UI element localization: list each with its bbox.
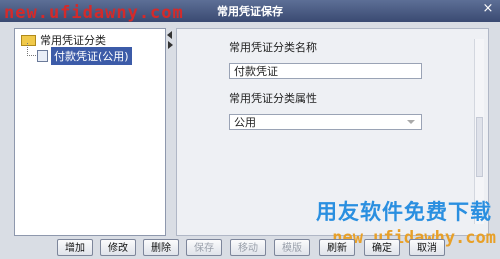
scrollbar-thumb[interactable] <box>476 117 483 177</box>
ok-button[interactable]: 确定 <box>364 239 400 256</box>
attr-label: 常用凭证分类属性 <box>229 92 317 105</box>
button-bar: 增加 修改 删除 保存 移动 模版 刷新 确定 取消 <box>0 237 500 259</box>
delete-button[interactable]: 删除 <box>143 239 179 256</box>
document-icon <box>37 50 48 62</box>
splitter[interactable] <box>166 28 174 234</box>
add-button[interactable]: 增加 <box>57 239 93 256</box>
tree-child-label: 付款凭证(公用) <box>51 47 132 65</box>
move-button[interactable]: 移动 <box>230 239 266 256</box>
expand-right-icon[interactable] <box>168 41 173 49</box>
watermark-brand: 用友软件免费下载 <box>316 200 492 224</box>
cancel-button[interactable]: 取消 <box>409 239 445 256</box>
name-label: 常用凭证分类名称 <box>229 41 317 54</box>
save-button[interactable]: 保存 <box>186 239 222 256</box>
watermark-top-url: new.ufidawny.com <box>4 3 184 23</box>
collapse-left-icon[interactable] <box>167 31 172 39</box>
name-input[interactable]: 付款凭证 <box>229 63 422 79</box>
template-button[interactable]: 模版 <box>274 239 310 256</box>
edit-button[interactable]: 修改 <box>100 239 136 256</box>
category-tree[interactable]: 常用凭证分类 付款凭证(公用) <box>14 28 166 236</box>
refresh-button[interactable]: 刷新 <box>319 239 355 256</box>
close-icon[interactable]: × <box>481 2 495 16</box>
attr-select-value: 公用 <box>234 116 256 129</box>
tree-root-label: 常用凭证分类 <box>40 34 106 47</box>
attr-select[interactable]: 公用 <box>229 114 422 130</box>
tree-connector <box>27 43 36 56</box>
tree-child-item[interactable]: 付款凭证(公用) <box>37 47 132 65</box>
chevron-down-icon[interactable] <box>407 120 415 124</box>
